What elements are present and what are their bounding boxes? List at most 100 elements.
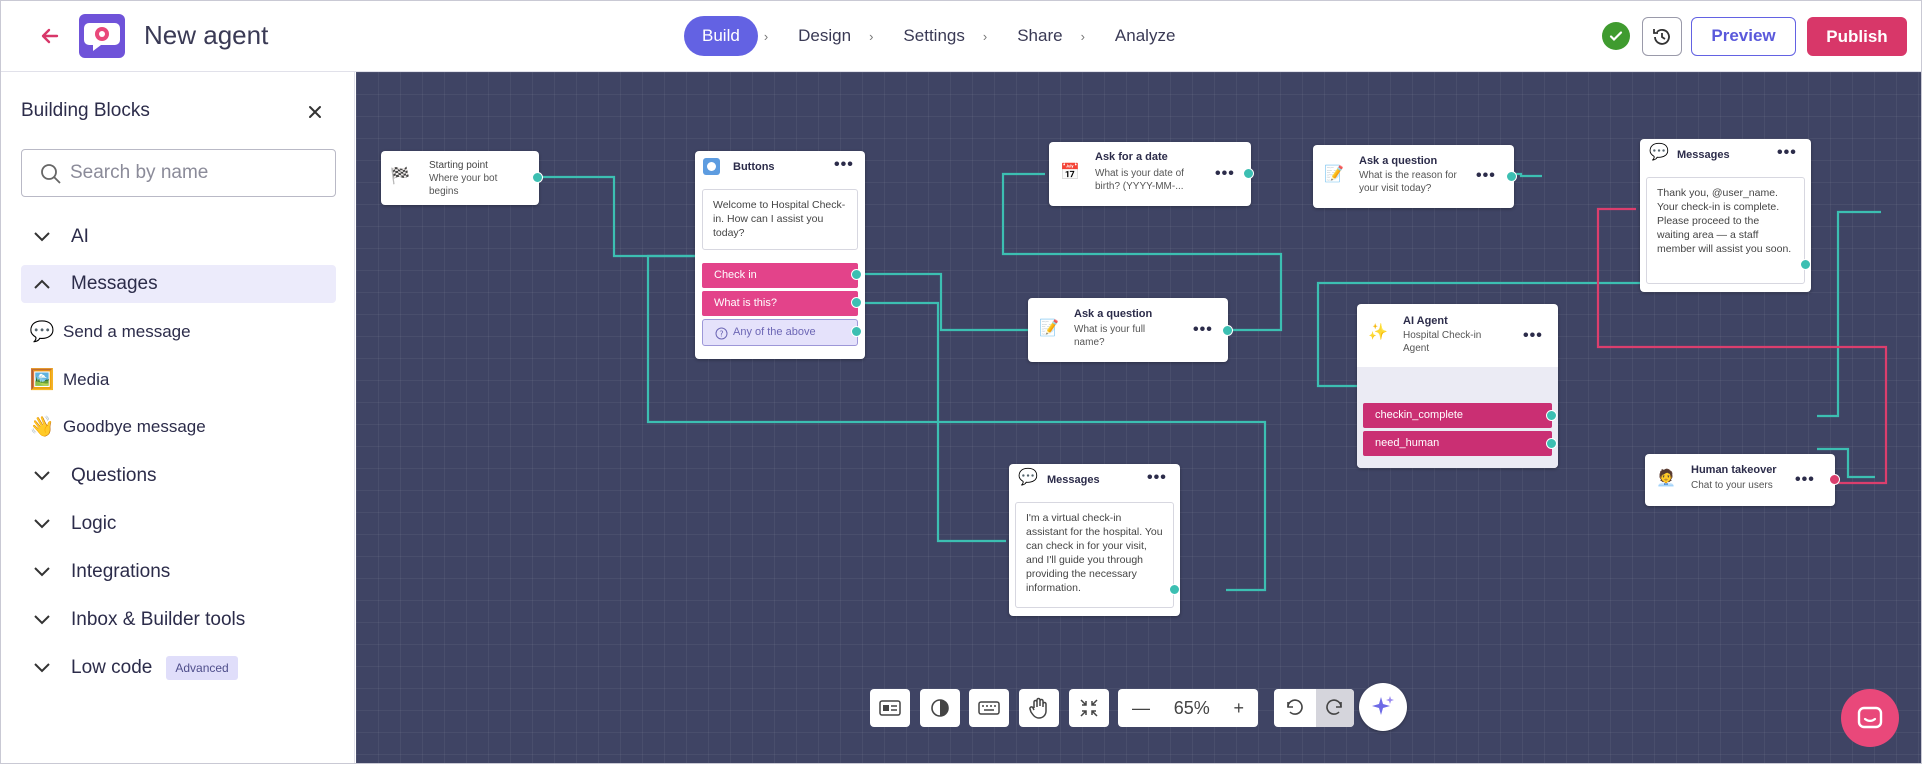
building-blocks-panel: Building Blocks AI Messages 💬 Send a mes… — [1, 72, 355, 763]
support-agent-icon: 🧑‍💼 — [1656, 470, 1676, 487]
output-port[interactable] — [532, 172, 543, 183]
option-check-in[interactable]: Check in — [702, 263, 858, 288]
block-label: Goodbye message — [63, 417, 206, 436]
zoom-level: 65% — [1173, 697, 1210, 718]
publish-button[interactable]: Publish — [1807, 17, 1907, 56]
output-port[interactable] — [851, 269, 862, 280]
more-options-icon[interactable]: ••• — [1795, 472, 1815, 488]
node-starting-point[interactable]: 🏁 Starting point Where your bot begins — [381, 151, 543, 205]
preview-button[interactable]: Preview — [1691, 17, 1796, 56]
node-ask-date[interactable]: 📅 Ask for a date What is your date of bi… — [1049, 142, 1254, 206]
node-messages-info[interactable]: 💬 Messages ••• I'm a virtual check-in as… — [1009, 464, 1180, 616]
node-title: Ask a question — [1359, 155, 1438, 167]
category-inbox-builder-tools[interactable]: Inbox & Builder tools — [21, 601, 336, 639]
category-questions[interactable]: Questions — [21, 457, 336, 495]
more-options-icon[interactable]: ••• — [1777, 145, 1797, 161]
node-ai-agent[interactable]: ✨ AI Agent Hospital Check-in Agent ••• c… — [1357, 304, 1558, 468]
node-message: I'm a virtual check-in assistant for the… — [1015, 502, 1174, 608]
more-options-icon[interactable]: ••• — [1147, 470, 1167, 486]
zoom-control: — 65% + — [1118, 689, 1258, 727]
output-port[interactable] — [1506, 171, 1517, 182]
zoom-out-button[interactable]: — — [1132, 698, 1150, 719]
category-logic[interactable]: Logic — [21, 505, 336, 543]
block-media[interactable]: 🖼️ Media — [29, 365, 110, 395]
step-design[interactable]: Design — [786, 16, 863, 56]
category-label: AI — [71, 226, 89, 247]
help-circle-icon: ? — [715, 327, 728, 340]
category-messages[interactable]: Messages — [21, 265, 336, 303]
media-icon: 🖼️ — [29, 369, 55, 391]
node-messages-confirmation[interactable]: 💬 Messages ••• Thank you, @user_name. Yo… — [1640, 139, 1811, 292]
more-options-icon[interactable]: ••• — [1476, 168, 1496, 184]
keyboard-button[interactable] — [969, 689, 1009, 727]
block-goodbye-message[interactable]: 👋 Goodbye message — [29, 412, 206, 442]
checkered-flag-icon: 🏁 — [390, 168, 410, 185]
step-share[interactable]: Share — [1005, 16, 1074, 56]
option-what-is-this[interactable]: What is this? — [702, 291, 858, 316]
category-ai[interactable]: AI — [21, 218, 336, 256]
close-icon[interactable] — [303, 100, 327, 124]
output-port[interactable] — [1546, 410, 1557, 421]
output-port[interactable] — [1800, 259, 1811, 270]
more-options-icon[interactable]: ••• — [834, 157, 854, 173]
node-title: Buttons — [733, 161, 775, 173]
chevron-up-icon — [34, 279, 50, 289]
more-options-icon[interactable]: ••• — [1193, 322, 1213, 338]
chevron-down-icon — [34, 471, 50, 481]
block-label: Send a message — [63, 322, 191, 341]
more-options-icon[interactable]: ••• — [1523, 328, 1543, 344]
node-human-takeover[interactable]: 🧑‍💼 Human takeover Chat to your users ••… — [1645, 454, 1840, 506]
zoom-in-button[interactable]: + — [1233, 698, 1244, 719]
variables-button[interactable] — [870, 689, 910, 727]
output-checkin-complete[interactable]: checkin_complete — [1363, 403, 1552, 428]
node-buttons[interactable]: Buttons ••• Welcome to Hospital Check-in… — [695, 151, 865, 359]
output-port[interactable] — [1243, 168, 1254, 179]
node-desc: What is your date of birth? (YYYY-MM-... — [1095, 168, 1184, 192]
redo-button[interactable] — [1316, 689, 1354, 727]
history-button[interactable] — [1642, 17, 1682, 56]
node-title: AI Agent — [1403, 315, 1448, 327]
speech-bubble-icon: 💬 — [1018, 469, 1038, 486]
output-need-human[interactable]: need_human — [1363, 431, 1552, 456]
more-options-icon[interactable]: ••• — [1215, 166, 1235, 182]
contrast-button[interactable] — [920, 689, 960, 727]
sparkle-icon — [1372, 696, 1394, 715]
output-port[interactable] — [1546, 438, 1557, 449]
output-port[interactable] — [1829, 474, 1840, 485]
output-port[interactable] — [851, 297, 862, 308]
fit-view-button[interactable] — [1069, 689, 1109, 727]
category-integrations[interactable]: Integrations — [21, 553, 336, 591]
agent-logo-icon — [79, 14, 125, 58]
output-port[interactable] — [1222, 325, 1233, 336]
node-ask-name[interactable]: 📝 Ask a question What is your full name?… — [1028, 298, 1233, 362]
flow-canvas[interactable]: 🏁 Starting point Where your bot begins B… — [356, 72, 1921, 763]
back-arrow-icon[interactable] — [37, 23, 63, 49]
category-label: Messages — [71, 273, 158, 294]
category-label: Low code — [71, 657, 153, 678]
category-label: Integrations — [71, 561, 171, 582]
step-settings[interactable]: Settings — [891, 16, 976, 56]
undo-redo-group — [1274, 689, 1354, 727]
app-window: New agent Build › Design › Settings › Share… — [0, 0, 1922, 764]
svg-text:?: ? — [719, 330, 723, 339]
search-input[interactable] — [70, 158, 320, 188]
block-send-message[interactable]: 💬 Send a message — [29, 317, 191, 347]
pan-button[interactable] — [1019, 689, 1059, 727]
category-label: Logic — [71, 513, 117, 534]
undo-icon[interactable] — [1284, 698, 1304, 718]
ai-assistant-button[interactable] — [1359, 683, 1407, 731]
chevron-down-icon — [34, 567, 50, 577]
output-port[interactable] — [1169, 584, 1180, 595]
option-any-of-the-above[interactable]: ? Any of the above — [702, 319, 858, 346]
speech-bubble-icon: 💬 — [1649, 144, 1669, 161]
step-build[interactable]: Build — [684, 16, 758, 56]
step-analyze[interactable]: Analyze — [1103, 16, 1187, 56]
node-title: Starting point — [429, 160, 488, 171]
output-port[interactable] — [851, 326, 862, 337]
category-low-code[interactable]: Low code Advanced — [21, 649, 336, 687]
search-field — [21, 149, 336, 197]
node-desc: Chat to your users — [1691, 480, 1773, 491]
node-ask-reason[interactable]: 📝 Ask a question What is the reason for … — [1313, 145, 1517, 208]
support-chat-button[interactable] — [1841, 689, 1899, 747]
node-desc: What is the reason for your visit today? — [1359, 170, 1457, 194]
